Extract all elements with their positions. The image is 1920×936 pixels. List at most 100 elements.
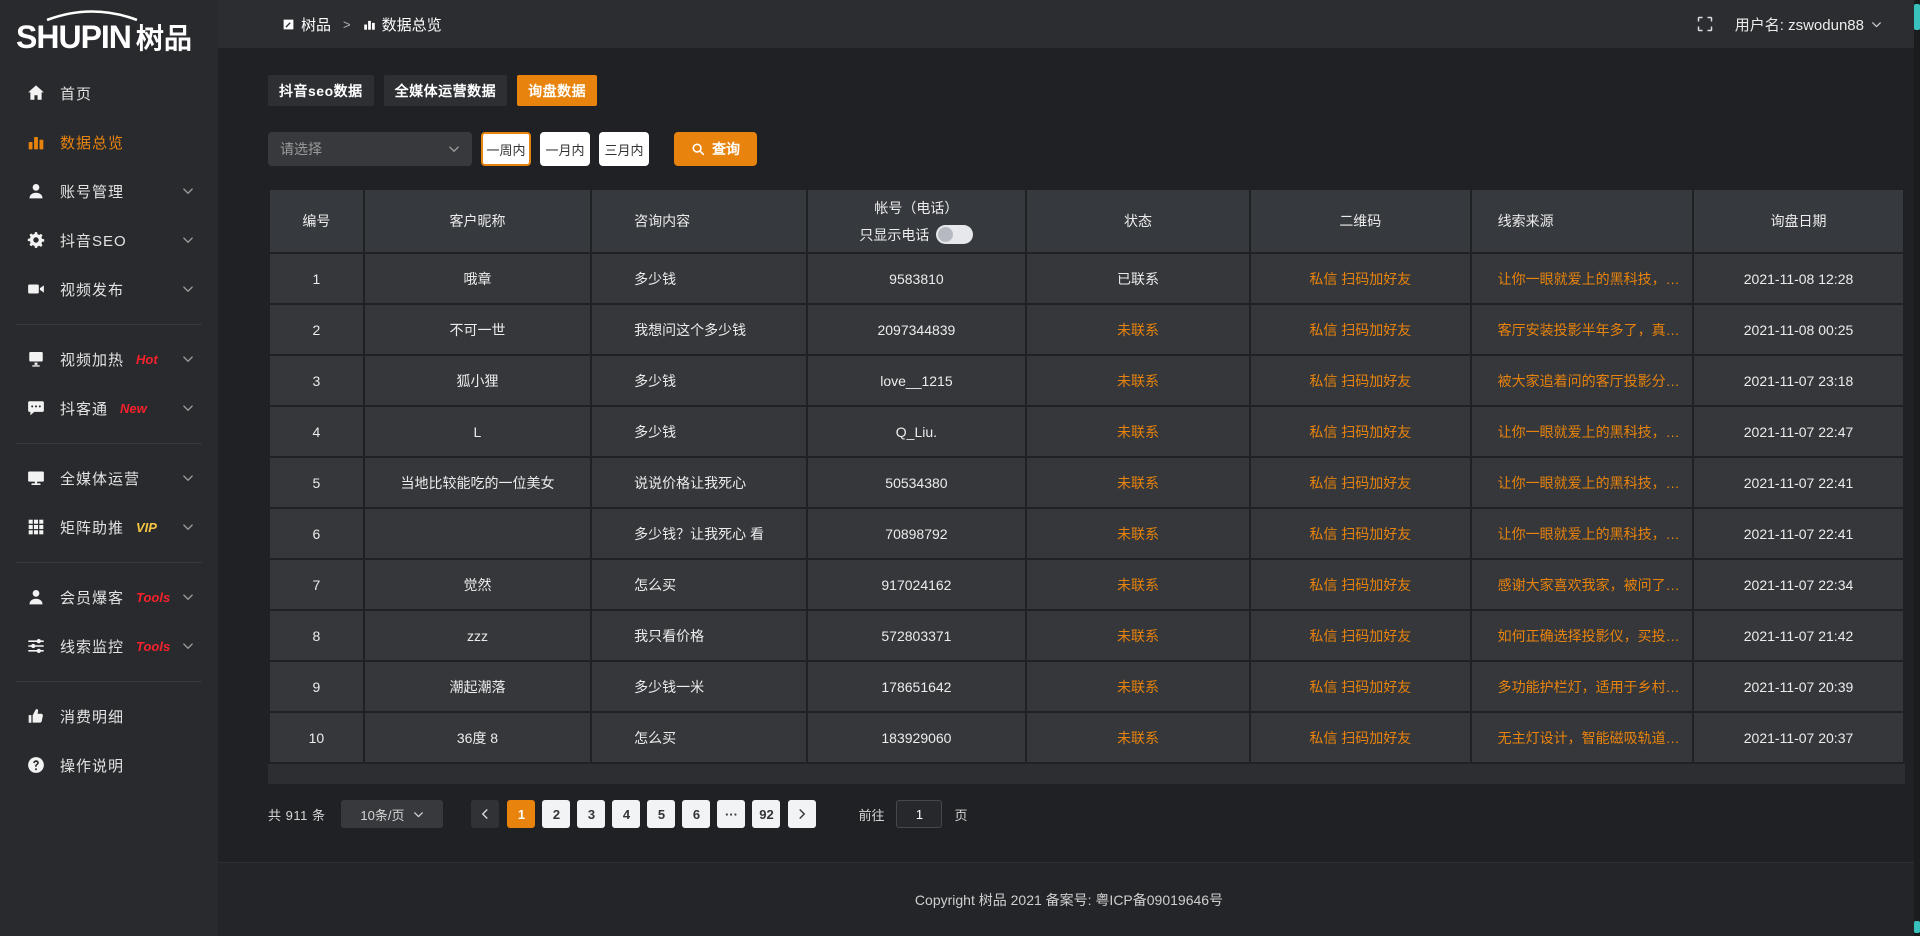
cell-account: 9583810 bbox=[807, 253, 1026, 304]
tab-inquiry-data[interactable]: 询盘数据 bbox=[517, 75, 597, 106]
page-buttons: 123456···92 bbox=[507, 800, 780, 828]
next-page-button[interactable] bbox=[788, 800, 816, 828]
cell-content: 多少钱 bbox=[591, 355, 807, 406]
cell-id: 3 bbox=[269, 355, 364, 406]
cell-source-link[interactable]: 让你一眼就爱上的黑科技，能... bbox=[1471, 406, 1693, 457]
period-button-1[interactable]: 一月内 bbox=[540, 132, 590, 166]
cell-qr-link[interactable]: 私信 扫码加好友 bbox=[1250, 508, 1471, 559]
user-box: 用户名: zswodun88 bbox=[1697, 14, 1882, 35]
sidebar-item-video-publish[interactable]: 视频发布 bbox=[0, 265, 218, 314]
scrollbar-thumb-top[interactable] bbox=[1914, 4, 1920, 30]
cell-source-link[interactable]: 客厅安装投影半年多了，真实... bbox=[1471, 304, 1693, 355]
cell-account: 178651642 bbox=[807, 661, 1026, 712]
cell-source-link[interactable]: 如何正确选择投影仪，买投影... bbox=[1471, 610, 1693, 661]
column-header-7: 询盘日期 bbox=[1693, 189, 1904, 253]
page-unit-label: 页 bbox=[954, 805, 967, 824]
table-row: 9潮起潮落多少钱一米178651642未联系私信 扫码加好友多功能护栏灯，适用于… bbox=[269, 661, 1904, 712]
page-button-4[interactable]: 4 bbox=[612, 800, 640, 828]
prev-page-button[interactable] bbox=[471, 800, 499, 828]
sidebar-item-account-management[interactable]: 账号管理 bbox=[0, 167, 218, 216]
sidebar-item-operation-guide[interactable]: 操作说明 bbox=[0, 741, 218, 790]
monitor-icon bbox=[27, 469, 45, 487]
page-button-1[interactable]: 1 bbox=[507, 800, 535, 828]
cell-qr-link[interactable]: 私信 扫码加好友 bbox=[1250, 406, 1471, 457]
grid-icon bbox=[27, 518, 45, 536]
sidebar-item-label: 首页 bbox=[60, 83, 92, 104]
cell-content: 我只看价格 bbox=[591, 610, 807, 661]
fullscreen-icon[interactable] bbox=[1697, 16, 1713, 32]
table-head: 编号客户昵称咨询内容帐号（电话）只显示电话状态二维码线索来源询盘日期 bbox=[269, 189, 1904, 253]
chevron-down-icon bbox=[182, 283, 194, 295]
tab-omni-media-data[interactable]: 全媒体运营数据 bbox=[384, 75, 508, 106]
cell-id: 1 bbox=[269, 253, 364, 304]
goto-page: 前往 页 bbox=[858, 800, 967, 828]
page-size-select[interactable]: 10条/页 bbox=[341, 800, 443, 828]
period-button-2[interactable]: 三月内 bbox=[599, 132, 649, 166]
bar-chart-icon bbox=[27, 133, 45, 151]
chevron-down-icon bbox=[448, 143, 460, 155]
chevron-down-icon bbox=[182, 472, 194, 484]
video-camera-icon bbox=[27, 280, 45, 298]
page-scrollbar[interactable] bbox=[1914, 0, 1920, 936]
cell-content: 怎么买 bbox=[591, 559, 807, 610]
table-header-row: 编号客户昵称咨询内容帐号（电话）只显示电话状态二维码线索来源询盘日期 bbox=[269, 189, 1904, 253]
sidebar-item-omni-media-operation[interactable]: 全媒体运营 bbox=[0, 454, 218, 503]
cell-source-link[interactable]: 感谢大家喜欢我家，被问了好... bbox=[1471, 559, 1693, 610]
breadcrumb-root[interactable]: 树品 bbox=[301, 14, 331, 35]
username-label: 用户名: zswodun88 bbox=[1735, 14, 1864, 35]
cell-source-link[interactable]: 让你一眼就爱上的黑科技，能... bbox=[1471, 253, 1693, 304]
period-button-0[interactable]: 一周内 bbox=[481, 132, 531, 166]
user-menu[interactable]: 用户名: zswodun88 bbox=[1735, 14, 1882, 35]
phone-only-toggle[interactable] bbox=[936, 225, 973, 244]
cell-date: 2021-11-07 20:39 bbox=[1693, 661, 1904, 712]
home-icon bbox=[27, 84, 45, 102]
member-icon bbox=[27, 588, 45, 606]
cell-date: 2021-11-07 22:34 bbox=[1693, 559, 1904, 610]
cell-qr-link[interactable]: 私信 扫码加好友 bbox=[1250, 610, 1471, 661]
sidebar-item-member-baoke[interactable]: 会员爆客Tools bbox=[0, 573, 218, 622]
cell-date: 2021-11-07 21:42 bbox=[1693, 610, 1904, 661]
cell-source-link[interactable]: 被大家追着问的客厅投影分享... bbox=[1471, 355, 1693, 406]
bar-chart-icon bbox=[363, 18, 376, 31]
page-more-button[interactable]: ··· bbox=[717, 800, 745, 828]
page-button-3[interactable]: 3 bbox=[577, 800, 605, 828]
cell-content: 说说价格让我死心 bbox=[591, 457, 807, 508]
sidebar-item-douketong[interactable]: 抖客通New bbox=[0, 384, 218, 433]
filter-select[interactable]: 请选择 bbox=[268, 132, 472, 166]
sidebar-item-label: 数据总览 bbox=[60, 132, 124, 153]
column-header-5: 二维码 bbox=[1250, 189, 1471, 253]
sidebar-item-video-heating[interactable]: 视频加热Hot bbox=[0, 335, 218, 384]
goto-page-input[interactable] bbox=[896, 800, 942, 828]
page-size-value: 10条/页 bbox=[360, 805, 404, 824]
page-button-2[interactable]: 2 bbox=[542, 800, 570, 828]
page-button-5[interactable]: 5 bbox=[647, 800, 675, 828]
sidebar-item-matrix-boost[interactable]: 矩阵助推VIP bbox=[0, 503, 218, 552]
page-button-6[interactable]: 6 bbox=[682, 800, 710, 828]
cell-qr-link[interactable]: 私信 扫码加好友 bbox=[1250, 457, 1471, 508]
cell-qr-link[interactable]: 私信 扫码加好友 bbox=[1250, 661, 1471, 712]
chevron-down-icon bbox=[182, 591, 194, 603]
scrollbar-thumb-bottom[interactable] bbox=[1914, 921, 1920, 933]
cell-qr-link[interactable]: 私信 扫码加好友 bbox=[1250, 304, 1471, 355]
sidebar-item-consumption-detail[interactable]: 消费明细 bbox=[0, 692, 218, 741]
cell-source-link[interactable]: 无主灯设计，智能磁吸轨道灯... bbox=[1471, 712, 1693, 763]
sidebar-item-douyin-seo[interactable]: 抖音SEO bbox=[0, 216, 218, 265]
pagination: 共 911 条 10条/页 123456···92 前往 页 bbox=[268, 800, 1905, 828]
cell-qr-link[interactable]: 私信 扫码加好友 bbox=[1250, 355, 1471, 406]
sidebar-item-home[interactable]: 首页 bbox=[0, 69, 218, 118]
column-header-2: 咨询内容 bbox=[591, 189, 807, 253]
cell-source-link[interactable]: 让你一眼就爱上的黑科技，能... bbox=[1471, 508, 1693, 559]
sidebar-item-data-overview[interactable]: 数据总览 bbox=[0, 118, 218, 167]
chevron-down-icon bbox=[182, 353, 194, 365]
page-button-92[interactable]: 92 bbox=[752, 800, 780, 828]
cell-qr-link[interactable]: 私信 扫码加好友 bbox=[1250, 712, 1471, 763]
search-button[interactable]: 查询 bbox=[674, 132, 757, 166]
cell-qr-link[interactable]: 私信 扫码加好友 bbox=[1250, 559, 1471, 610]
sidebar-item-label: 操作说明 bbox=[60, 755, 124, 776]
cell-qr-link[interactable]: 私信 扫码加好友 bbox=[1250, 253, 1471, 304]
cell-id: 7 bbox=[269, 559, 364, 610]
sidebar-item-clue-monitor[interactable]: 线索监控Tools bbox=[0, 622, 218, 671]
tab-douyin-seo-data[interactable]: 抖音seo数据 bbox=[268, 75, 374, 106]
cell-source-link[interactable]: 让你一眼就爱上的黑科技，能... bbox=[1471, 457, 1693, 508]
cell-source-link[interactable]: 多功能护栏灯，适用于乡村文... bbox=[1471, 661, 1693, 712]
